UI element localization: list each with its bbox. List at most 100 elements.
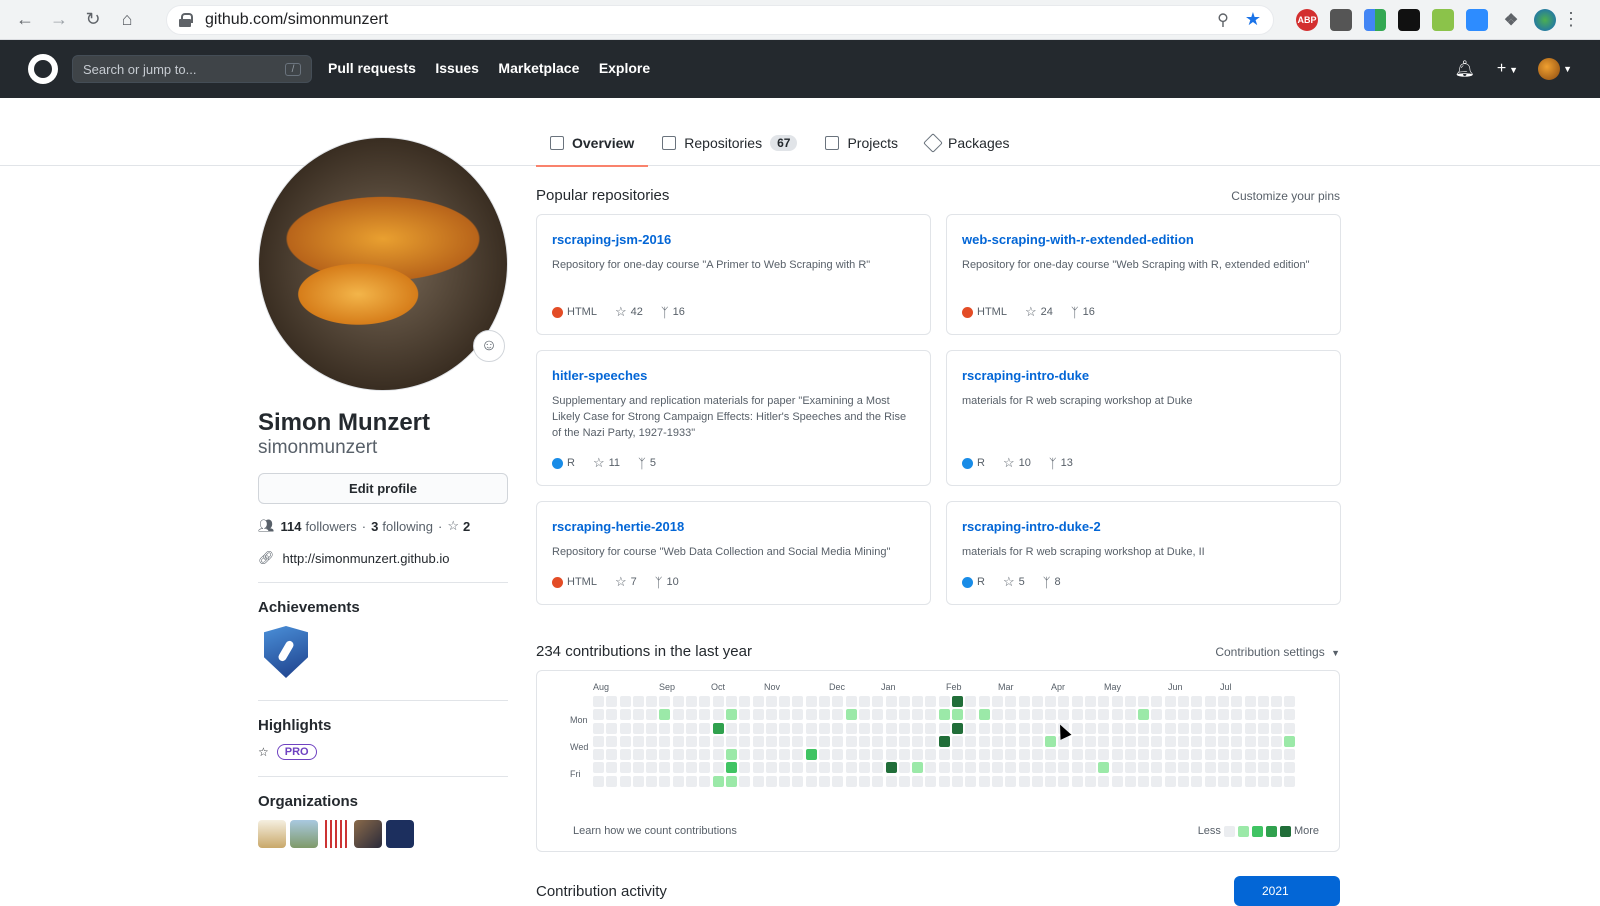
contribution-day-cell[interactable]: [1031, 735, 1043, 747]
contribution-day-cell[interactable]: [1124, 696, 1136, 707]
bookmark-star-icon[interactable]: ★: [1245, 9, 1261, 30]
contribution-day-cell[interactable]: [858, 775, 870, 787]
repo-forks[interactable]: ᛉ 16: [1071, 305, 1095, 320]
extension-icon[interactable]: [1432, 8, 1454, 31]
repo-stars[interactable]: ☆ 42: [615, 304, 643, 320]
contribution-day-cell[interactable]: [1151, 735, 1163, 747]
back-icon[interactable]: ←: [10, 5, 40, 35]
contribution-day-cell[interactable]: [1191, 709, 1203, 721]
contribution-day-cell[interactable]: [1031, 762, 1043, 774]
contribution-day-cell[interactable]: [606, 749, 618, 761]
contribution-day-cell[interactable]: [752, 735, 764, 747]
contribution-day-cell[interactable]: [952, 696, 964, 707]
contribution-day-cell[interactable]: [779, 709, 791, 721]
contribution-day-cell[interactable]: [1045, 735, 1057, 747]
contribution-day-cell[interactable]: [606, 762, 618, 774]
contribution-day-cell[interactable]: [1244, 762, 1256, 774]
repo-name-link[interactable]: web-scraping-with-r-extended-edition: [962, 232, 1194, 247]
contribution-day-cell[interactable]: [819, 735, 831, 747]
contribution-day-cell[interactable]: [1217, 775, 1229, 787]
contribution-day-cell[interactable]: [725, 775, 737, 787]
contribution-day-cell[interactable]: [1244, 722, 1256, 734]
contribution-day-cell[interactable]: [619, 709, 631, 721]
contribution-day-cell[interactable]: [938, 696, 950, 707]
extension-icon[interactable]: [1364, 8, 1386, 31]
repo-name-link[interactable]: rscraping-intro-duke: [962, 368, 1089, 383]
contribution-day-cell[interactable]: [1071, 735, 1083, 747]
nav-explore[interactable]: Explore: [599, 60, 650, 76]
contribution-day-cell[interactable]: [1071, 696, 1083, 707]
contribution-day-cell[interactable]: [1005, 722, 1017, 734]
tab-repositories[interactable]: Repositories 67: [648, 120, 811, 166]
contribution-day-cell[interactable]: [978, 762, 990, 774]
contribution-day-cell[interactable]: [1204, 709, 1216, 721]
contribution-day-cell[interactable]: [1058, 762, 1070, 774]
contribution-day-cell[interactable]: [1244, 749, 1256, 761]
nav-issues[interactable]: Issues: [435, 60, 479, 76]
contribution-day-cell[interactable]: [938, 722, 950, 734]
contribution-day-cell[interactable]: [1271, 775, 1283, 787]
contribution-day-cell[interactable]: [672, 762, 684, 774]
repo-forks[interactable]: ᛉ 16: [661, 305, 685, 320]
contribution-day-cell[interactable]: [1111, 696, 1123, 707]
tab-projects[interactable]: Projects: [811, 120, 912, 166]
contribution-day-cell[interactable]: [1084, 722, 1096, 734]
contribution-day-cell[interactable]: [686, 762, 698, 774]
contribution-day-cell[interactable]: [765, 749, 777, 761]
achievement-badge-icon[interactable]: [264, 626, 308, 678]
following-link[interactable]: following: [382, 519, 433, 534]
contribution-day-cell[interactable]: [1084, 709, 1096, 721]
contribution-day-cell[interactable]: [925, 775, 937, 787]
contribution-day-cell[interactable]: [632, 762, 644, 774]
contribution-day-cell[interactable]: [991, 709, 1003, 721]
contribution-day-cell[interactable]: [1031, 775, 1043, 787]
contribution-day-cell[interactable]: [686, 775, 698, 787]
contribution-day-cell[interactable]: [699, 735, 711, 747]
contribution-day-cell[interactable]: [1164, 775, 1176, 787]
contribution-day-cell[interactable]: [712, 735, 724, 747]
contribution-day-cell[interactable]: [898, 762, 910, 774]
contribution-day-cell[interactable]: [991, 696, 1003, 707]
contribution-day-cell[interactable]: [1005, 775, 1017, 787]
contribution-day-cell[interactable]: [1164, 762, 1176, 774]
contribution-day-cell[interactable]: [1124, 735, 1136, 747]
contribution-day-cell[interactable]: [752, 775, 764, 787]
contribution-day-cell[interactable]: [725, 735, 737, 747]
contribution-day-cell[interactable]: [885, 709, 897, 721]
edit-profile-button[interactable]: Edit profile: [258, 473, 508, 504]
contribution-day-cell[interactable]: [858, 709, 870, 721]
contribution-day-cell[interactable]: [872, 696, 884, 707]
contribution-day-cell[interactable]: [1271, 709, 1283, 721]
contribution-day-cell[interactable]: [978, 749, 990, 761]
contribution-day-cell[interactable]: [819, 696, 831, 707]
create-new-icon[interactable]: + ▼: [1497, 60, 1518, 78]
contribution-day-cell[interactable]: [1204, 696, 1216, 707]
contribution-day-cell[interactable]: [1151, 775, 1163, 787]
contribution-day-cell[interactable]: [872, 749, 884, 761]
contribution-day-cell[interactable]: [765, 722, 777, 734]
contribution-day-cell[interactable]: [593, 735, 604, 747]
contribution-day-cell[interactable]: [1098, 735, 1110, 747]
contribution-day-cell[interactable]: [952, 749, 964, 761]
contribution-day-cell[interactable]: [792, 735, 804, 747]
contribution-day-cell[interactable]: [872, 709, 884, 721]
stars-count[interactable]: 2: [463, 519, 470, 534]
contribution-day-cell[interactable]: [712, 709, 724, 721]
contribution-day-cell[interactable]: [646, 709, 658, 721]
contribution-day-cell[interactable]: [805, 735, 817, 747]
contribution-day-cell[interactable]: [1271, 722, 1283, 734]
contribution-day-cell[interactable]: [752, 749, 764, 761]
contribution-day-cell[interactable]: [1217, 749, 1229, 761]
contribution-day-cell[interactable]: [646, 762, 658, 774]
contribution-day-cell[interactable]: [1138, 775, 1150, 787]
contribution-day-cell[interactable]: [752, 709, 764, 721]
contribution-day-cell[interactable]: [1204, 749, 1216, 761]
contribution-day-cell[interactable]: [1178, 735, 1190, 747]
contribution-day-cell[interactable]: [952, 762, 964, 774]
contribution-day-cell[interactable]: [1138, 762, 1150, 774]
repo-name-link[interactable]: rscraping-intro-duke-2: [962, 519, 1101, 534]
contribution-day-cell[interactable]: [832, 709, 844, 721]
address-bar[interactable]: github.com/simonmunzert ⚲ ★: [166, 4, 1274, 35]
contribution-day-cell[interactable]: [1204, 735, 1216, 747]
contribution-day-cell[interactable]: [646, 722, 658, 734]
